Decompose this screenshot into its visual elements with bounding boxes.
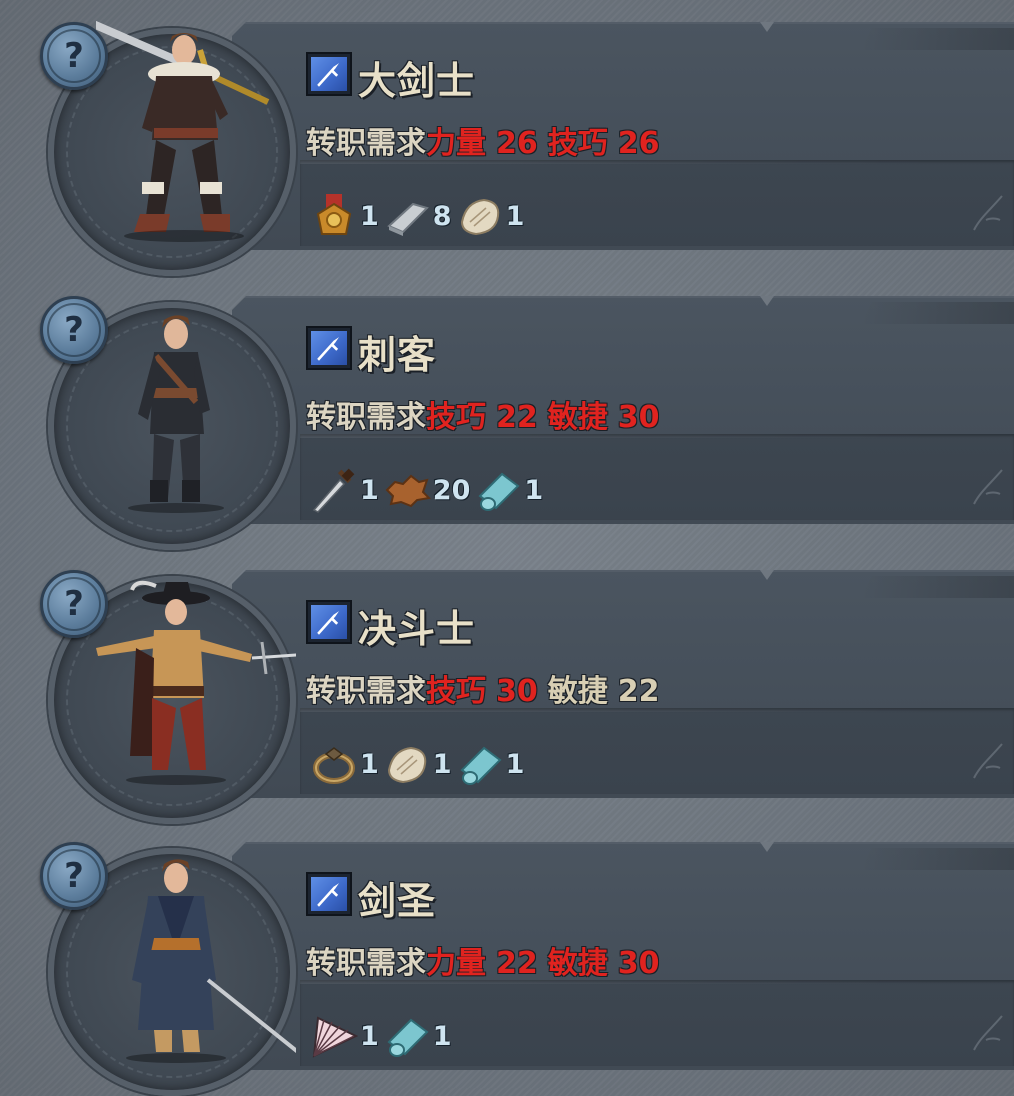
fur-pelt-icon	[460, 198, 499, 236]
material-item[interactable]: 1	[456, 192, 527, 240]
requirement-label: 转职需求	[306, 946, 426, 981]
requirement-stat: 技巧	[426, 674, 486, 709]
material-count: 1	[360, 1020, 379, 1052]
job-name: 剑圣	[358, 879, 437, 923]
material-item[interactable]: 20	[383, 466, 473, 514]
materials-list: 1 8 1	[310, 188, 528, 244]
material-count: 1	[360, 474, 379, 506]
job-name: 刺客	[358, 333, 437, 377]
requirement-value: 26	[496, 126, 538, 161]
job-name: 大剑士	[358, 59, 476, 103]
cloth-roll-icon	[460, 746, 502, 785]
help-button[interactable]: ?	[40, 296, 108, 364]
requirement-label: 转职需求	[306, 400, 426, 435]
leaf-ornament-icon	[973, 469, 1003, 505]
assassin-portrait	[96, 284, 296, 524]
requirement-label: 转职需求	[306, 674, 426, 709]
sword-saint-portrait	[96, 830, 310, 1070]
help-button[interactable]: ?	[40, 842, 108, 910]
medal-icon	[316, 194, 352, 235]
fan-icon	[312, 1016, 358, 1058]
job-requirements: 转职需求技巧 22 敏捷 30	[306, 392, 660, 436]
material-count: 1	[432, 748, 452, 780]
sword-class-icon	[306, 872, 352, 916]
cloth-roll-icon	[387, 1018, 429, 1057]
question-mark-icon: ?	[64, 36, 84, 76]
job-card-duelist[interactable]: ? 决斗士 转职需求技巧 30 敏捷 22 1 1 1	[0, 548, 1014, 824]
ring-icon	[313, 747, 355, 784]
requirement-stat: 敏捷	[547, 674, 608, 709]
material-item[interactable]: 1	[474, 466, 545, 514]
material-item[interactable]: 1	[456, 740, 527, 788]
requirement-stat: 敏捷	[547, 946, 608, 981]
requirement-value: 22	[496, 946, 538, 981]
job-requirements: 转职需求力量 26 技巧 26	[306, 118, 660, 162]
sword-class-icon	[306, 52, 352, 96]
material-count: 1	[360, 200, 379, 232]
material-count: 1	[505, 200, 525, 232]
materials-list: 1 1	[310, 1008, 456, 1064]
job-requirements: 转职需求力量 22 敏捷 30	[306, 938, 660, 982]
sword-class-icon	[306, 326, 352, 370]
job-name: 决斗士	[358, 607, 476, 651]
material-item[interactable]: 1	[383, 740, 454, 788]
material-item[interactable]: 1	[310, 1012, 381, 1060]
requirement-stat: 技巧	[426, 400, 486, 435]
requirement-value: 26	[617, 126, 660, 161]
greatswordsman-portrait	[66, 10, 296, 250]
duelist-portrait	[96, 558, 397, 798]
leaf-ornament-icon	[973, 743, 1003, 779]
sword-class-icon	[306, 600, 352, 644]
leaf-ornament-icon	[973, 195, 1003, 231]
material-item[interactable]: 1	[310, 192, 381, 240]
question-mark-icon: ?	[64, 584, 84, 624]
requirement-stat: 敏捷	[547, 400, 608, 435]
job-card-assassin[interactable]: ? 刺客 转职需求技巧 22 敏捷 30 1 20 1	[0, 274, 1014, 550]
requirement-value: 22	[617, 674, 660, 709]
leather-hide-icon	[385, 474, 431, 508]
materials-list: 1 1 1	[310, 736, 528, 792]
material-count: 1	[432, 1020, 452, 1052]
material-count: 1	[360, 748, 379, 780]
material-count: 20	[432, 474, 471, 506]
requirement-value: 30	[617, 400, 660, 435]
material-count: 1	[524, 474, 544, 506]
material-item[interactable]: 8	[383, 192, 454, 240]
help-button[interactable]: ?	[40, 22, 108, 90]
requirement-value: 30	[496, 674, 538, 709]
material-count: 8	[432, 200, 452, 232]
materials-list: 1 20 1	[310, 462, 547, 518]
cloth-roll-icon	[478, 472, 520, 511]
requirement-value: 22	[496, 400, 538, 435]
question-mark-icon: ?	[64, 310, 84, 350]
requirement-value: 30	[617, 946, 660, 981]
dagger-icon	[312, 468, 355, 513]
help-button[interactable]: ?	[40, 570, 108, 638]
job-requirements: 转职需求技巧 30 敏捷 22	[306, 666, 660, 710]
question-mark-icon: ?	[64, 856, 84, 896]
fur-pelt-icon	[387, 746, 427, 784]
job-card-greatswordsman[interactable]: ? 大剑士 转职需求力量 26 技巧 26 1 8 1	[0, 0, 1014, 276]
whetstone-icon	[386, 202, 429, 236]
material-item[interactable]: 1	[310, 466, 381, 514]
material-item[interactable]: 1	[310, 740, 381, 788]
requirement-stat: 技巧	[547, 126, 608, 161]
requirement-stat: 力量	[426, 126, 486, 161]
requirement-stat: 力量	[426, 946, 486, 981]
material-count: 1	[505, 748, 525, 780]
job-card-sword-saint[interactable]: ? 剑圣 转职需求力量 22 敏捷 30 1 1	[0, 820, 1014, 1096]
job-change-list: ? 大剑士 转职需求力量 26 技巧 26 1 8 1 ? 刺客 转职需求技巧 …	[0, 0, 1014, 1096]
material-item[interactable]: 1	[383, 1012, 454, 1060]
leaf-ornament-icon	[973, 1015, 1003, 1051]
requirement-label: 转职需求	[306, 126, 426, 161]
